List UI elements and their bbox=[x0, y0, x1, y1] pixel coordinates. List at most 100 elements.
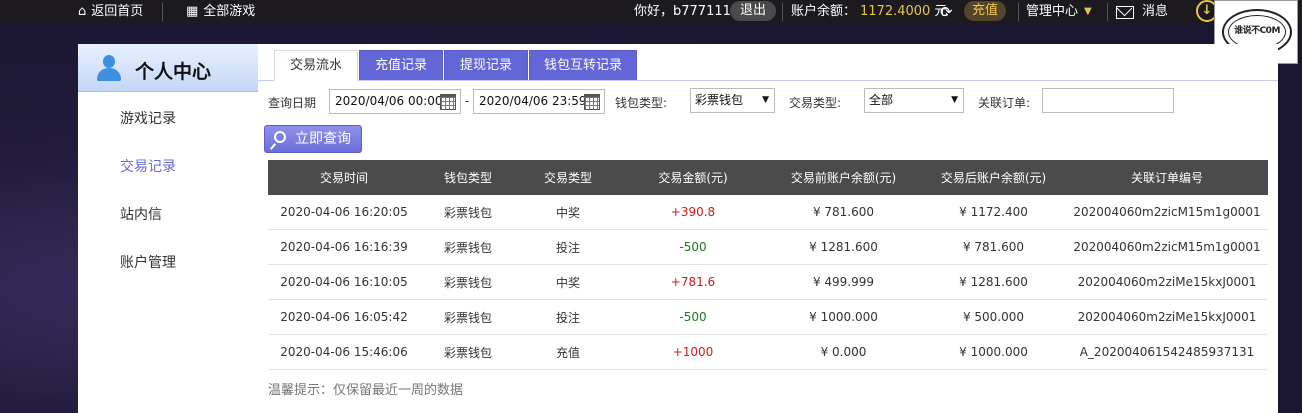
main-panel: 交易流水 充值记录 提现记录 钱包互转记录 查询日期 2020/04/06 00… bbox=[258, 44, 1278, 413]
column-header: 交易时间 bbox=[319, 171, 368, 185]
all-games-link[interactable]: ▦ 全部游戏 bbox=[186, 0, 255, 24]
table-header: 交易时间 钱包类型 交易类型 交易金额(元) 交易前账户余额(元) 交易后账户余… bbox=[268, 160, 1268, 195]
table-row: 2020-04-06 16:10:05 彩票钱包 中奖 +781.6 ¥ 499… bbox=[268, 265, 1268, 300]
refresh-icon[interactable]: ⟳ bbox=[940, 0, 953, 24]
messages-link[interactable]: 消息 bbox=[1116, 0, 1168, 24]
messages-label: 消息 bbox=[1142, 4, 1169, 19]
user-greeting: 你好，b777111 bbox=[634, 4, 731, 19]
cell-wallet: 彩票钱包 bbox=[443, 310, 492, 325]
table-row: 2020-04-06 15:46:06 彩票钱包 充值 +1000 ¥ 0.00… bbox=[268, 335, 1268, 370]
cell-type: 充值 bbox=[555, 345, 580, 360]
cell-balance-after: ¥ 781.600 bbox=[962, 240, 1025, 254]
recharge-button[interactable]: 充值 bbox=[964, 1, 1007, 21]
sidebar-header: 个人中心 bbox=[78, 44, 258, 92]
home-label: 返回首页 bbox=[91, 4, 144, 19]
grid-icon: ▦ bbox=[186, 4, 199, 19]
cell-amount: +1000 bbox=[672, 345, 714, 359]
cell-amount: +390.8 bbox=[670, 205, 716, 219]
manage-center-menu[interactable]: 管理中心 ▼ bbox=[1026, 0, 1092, 24]
tab-wallet-transfer-records[interactable]: 钱包互转记录 bbox=[529, 50, 637, 80]
cell-type: 投注 bbox=[555, 240, 580, 255]
trade-type-value: 全部 bbox=[869, 93, 894, 107]
trade-type-label: 交易类型: bbox=[789, 96, 842, 110]
cell-balance-before: ¥ 1000.000 bbox=[809, 310, 878, 324]
divider bbox=[782, 3, 783, 21]
cell-wallet: 彩票钱包 bbox=[443, 275, 492, 290]
calendar-icon[interactable] bbox=[584, 94, 600, 110]
column-header: 交易后账户余额(元) bbox=[940, 171, 1047, 185]
sidebar-item-inbox[interactable]: 站内信 bbox=[120, 204, 162, 224]
cell-amount: -500 bbox=[679, 240, 707, 254]
column-header: 交易金额(元) bbox=[658, 171, 728, 185]
end-date-value: 2020/04/06 23:59 bbox=[479, 94, 587, 108]
home-icon: ⌂ bbox=[78, 4, 87, 19]
start-date-input[interactable]: 2020/04/06 00:00 bbox=[329, 89, 461, 114]
cell-wallet: 彩票钱包 bbox=[443, 345, 492, 360]
home-link[interactable]: ⌂ 返回首页 bbox=[78, 0, 143, 24]
balance-label: 账户余额： bbox=[791, 4, 857, 19]
cell-balance-after: ¥ 1172.400 bbox=[959, 205, 1028, 219]
end-date-input[interactable]: 2020/04/06 23:59 bbox=[473, 89, 605, 114]
sidebar: 个人中心 游戏记录 交易记录 站内信 账户管理 bbox=[78, 44, 258, 413]
wallet-type-select[interactable]: 彩票钱包 ▼ bbox=[690, 88, 775, 113]
all-games-label: 全部游戏 bbox=[203, 4, 256, 19]
table-row: 2020-04-06 16:20:05 彩票钱包 中奖 +390.8 ¥ 781… bbox=[268, 195, 1268, 230]
divider bbox=[1107, 3, 1108, 21]
sidebar-item-transaction-records[interactable]: 交易记录 bbox=[120, 156, 176, 176]
cell-time: 2020-04-06 16:05:42 bbox=[280, 310, 408, 324]
envelope-icon bbox=[1116, 5, 1134, 19]
query-button[interactable]: 立即查询 bbox=[264, 125, 362, 153]
order-input[interactable] bbox=[1042, 88, 1174, 113]
sidebar-item-account-management[interactable]: 账户管理 bbox=[120, 252, 176, 272]
cell-order-id: 202004060m2zicM15m1g0001 bbox=[1073, 205, 1261, 219]
tab-withdraw-records[interactable]: 提现记录 bbox=[444, 50, 528, 80]
dropdown-arrow-icon: ▼ bbox=[951, 95, 958, 105]
cell-order-id: 202004060m2ziMe15kxJ0001 bbox=[1077, 310, 1257, 324]
cell-order-id: 202004060m2ziMe15kxJ0001 bbox=[1077, 275, 1257, 289]
search-icon bbox=[274, 131, 286, 143]
cell-time: 2020-04-06 16:10:05 bbox=[280, 275, 408, 289]
cell-balance-after: ¥ 1281.600 bbox=[959, 275, 1028, 289]
logout-button[interactable]: 退出 bbox=[730, 1, 777, 21]
wallet-type-label: 钱包类型: bbox=[615, 96, 668, 110]
cell-wallet: 彩票钱包 bbox=[443, 240, 492, 255]
balance-display: 账户余额： 1172.4000 元 bbox=[791, 0, 947, 24]
column-header: 交易类型 bbox=[543, 171, 592, 185]
trade-type-select[interactable]: 全部 ▼ bbox=[864, 88, 964, 113]
user-icon bbox=[96, 55, 122, 83]
column-header: 钱包类型 bbox=[443, 171, 492, 185]
divider bbox=[162, 3, 163, 21]
column-header: 交易前账户余额(元) bbox=[790, 171, 897, 185]
cell-type: 中奖 bbox=[555, 275, 580, 290]
cell-balance-before: ¥ 781.600 bbox=[812, 205, 875, 219]
manage-center-label: 管理中心 bbox=[1026, 4, 1079, 19]
top-bar: ⌂ 返回首页 ▦ 全部游戏 你好，b777111 退出 账户余额： 1172.4… bbox=[0, 0, 1302, 24]
caret-down-icon: ▼ bbox=[1084, 6, 1092, 17]
cell-balance-before: ¥ 1281.600 bbox=[809, 240, 878, 254]
table-row: 2020-04-06 16:16:39 彩票钱包 投注 -500 ¥ 1281.… bbox=[268, 230, 1268, 265]
cell-type: 投注 bbox=[555, 310, 580, 325]
transaction-table: 交易时间 钱包类型 交易类型 交易金额(元) 交易前账户余额(元) 交易后账户余… bbox=[268, 160, 1268, 370]
cell-balance-after: ¥ 1000.000 bbox=[959, 345, 1028, 359]
date-separator: - bbox=[465, 94, 470, 108]
cell-balance-before: ¥ 0.000 bbox=[820, 345, 867, 359]
cell-balance-before: ¥ 499.999 bbox=[812, 275, 875, 289]
table-row: 2020-04-06 16:05:42 彩票钱包 投注 -500 ¥ 1000.… bbox=[268, 300, 1268, 335]
dropdown-arrow-icon: ▼ bbox=[762, 95, 769, 105]
tab-recharge-records[interactable]: 充值记录 bbox=[359, 50, 443, 80]
table-body: 2020-04-06 16:20:05 彩票钱包 中奖 +390.8 ¥ 781… bbox=[268, 195, 1268, 370]
cell-wallet: 彩票钱包 bbox=[443, 205, 492, 220]
calendar-icon[interactable] bbox=[440, 94, 456, 110]
cell-time: 2020-04-06 16:20:05 bbox=[280, 205, 408, 219]
divider bbox=[1018, 3, 1019, 21]
cell-time: 2020-04-06 15:46:06 bbox=[280, 345, 408, 359]
cell-amount: -500 bbox=[679, 310, 707, 324]
column-header: 关联订单编号 bbox=[1130, 171, 1203, 185]
cell-time: 2020-04-06 16:16:39 bbox=[280, 240, 408, 254]
tab-transaction-flow[interactable]: 交易流水 bbox=[274, 50, 358, 81]
sidebar-item-game-records[interactable]: 游戏记录 bbox=[120, 108, 176, 128]
notice-tip: 温馨提示：仅保留最近一周的数据 bbox=[268, 383, 464, 398]
cell-type: 中奖 bbox=[555, 205, 580, 220]
sidebar-title: 个人中心 bbox=[135, 61, 212, 83]
balance-amount: 1172.4000 bbox=[860, 4, 931, 19]
